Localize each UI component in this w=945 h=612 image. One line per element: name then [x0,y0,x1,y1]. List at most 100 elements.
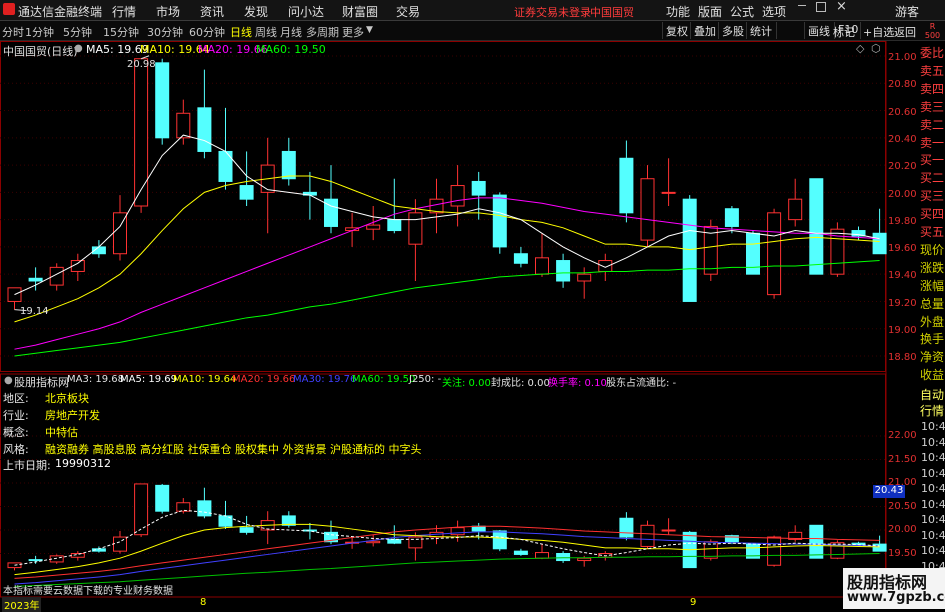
trade-time: 10:45 [921,451,945,464]
minimize-icon[interactable] [798,5,806,6]
tool-add-watchlist[interactable]: +自选 [863,24,894,40]
quote-field-label: 换手 [919,332,944,347]
indicator-toggle-icon[interactable]: ● [74,43,83,54]
more-dropdown-icon[interactable]: ▼ [366,25,373,35]
quote-field-label: 收益 [919,368,944,383]
menu-caifuquan[interactable]: 财富圈 [342,3,378,20]
menu-xuanxiang[interactable]: 选项 [762,3,786,20]
sub-indicator-name: 股朋指标网 [14,376,69,389]
period-30min[interactable]: 30分钟 [147,24,183,40]
region-value: 北京板块 [45,392,89,405]
trade-time: 10:45 [921,482,945,495]
menu-faxian[interactable]: 发现 [244,3,268,20]
menu-zixun[interactable]: 资讯 [200,3,224,20]
price-tick-label: 20.00 [888,188,917,200]
style-label: 风格: [3,443,29,456]
quote-field-label: 买四 [919,207,944,222]
period-weekly[interactable]: 周线 [255,24,277,40]
price-tick-label: 19.60 [888,243,917,255]
main-candle [492,194,507,248]
period-more[interactable]: 更多 [342,24,364,40]
quote-field-label: 买三 [919,189,944,204]
main-candle [809,178,824,275]
quote-field-label: 卖三 [919,99,944,114]
sub-candle [450,527,465,536]
sub-candle [661,529,676,532]
quote-field-label: 买一 [919,153,944,168]
period-5min[interactable]: 5分钟 [63,24,92,40]
main-candle [513,253,528,264]
current-stock-name: 中国国贸 [590,6,634,19]
sub-candle [176,502,191,512]
sub-tick-label: 20.00 [888,524,917,535]
tool-back[interactable]: 返回 [894,24,916,40]
tool-diejia[interactable]: 叠加 [690,22,719,39]
main-candle [28,277,43,282]
period-monthly[interactable]: 月线 [280,24,302,40]
right-header-n: 500 [924,31,941,40]
quote-field-label: 现价 [919,242,944,257]
sub-indicator-toggle-icon[interactable]: ● [4,375,13,386]
month-9-label: 9 [690,597,697,608]
sub-ma20: MA20: 19.66 [232,374,296,385]
sub-candle [767,536,782,566]
trade-time: 10:45 [921,466,945,480]
sub-tick-label: 20.50 [888,500,917,512]
menu-shichang[interactable]: 市场 [156,3,180,20]
sub-candle [535,552,549,559]
period-multi[interactable]: 多周期 [306,24,339,40]
ipo-value: 19990312 [55,457,111,470]
panel-tab[interactable]: 自动 [919,386,945,403]
trade-time: 10:45 [921,544,945,557]
menu-wenxiaoda[interactable]: 问小达 [288,3,324,20]
main-candle [682,198,697,302]
main-candle [556,260,571,282]
quote-field-label: 总量 [919,296,944,311]
price-tick-label: 20.80 [888,79,917,91]
menu-jiaoyi[interactable]: 交易 [396,3,420,20]
kline-chart[interactable] [0,41,920,599]
maximize-icon[interactable] [816,2,826,12]
concept-value: 中特估 [45,426,78,439]
main-candle [619,157,634,214]
quote-field-label: 净资 [919,350,944,365]
main-candle [155,62,170,139]
period-15min[interactable]: 15分钟 [103,24,139,40]
sub-candle [387,538,402,544]
tool-tongji[interactable]: 统计 [746,22,775,39]
sub-candle [872,543,887,552]
lock-icon[interactable]: ◇ [856,42,864,55]
menu-gongneng[interactable]: 功能 [666,3,690,20]
period-fenshi[interactable]: 分时 [2,24,24,40]
trade-time: 10:45 [921,528,945,542]
tool-fuquan[interactable]: 复权 [662,22,691,39]
sub-ma30: MA30: 19.76 [293,374,357,385]
period-daily[interactable]: 日线 [230,24,252,40]
sub-candle [239,527,254,533]
menu-gongshi[interactable]: 公式 [730,3,754,20]
sub-focus: 关注: 0.00 [442,378,491,389]
settings-icon[interactable]: ⬡ [871,42,881,55]
close-icon[interactable]: × [836,0,847,14]
sub-candle [809,524,824,559]
menu-banmian[interactable]: 版面 [698,3,722,20]
guest-label[interactable]: 游客 [895,3,919,20]
region-label: 地区: [3,392,29,405]
tool-biaoji[interactable]: 标记 [833,24,855,40]
tool-duogu[interactable]: 多股 [718,22,747,39]
login-notice[interactable]: 证券交易未登录 [514,4,591,20]
sub-candle [619,517,634,538]
tool-huaxian[interactable]: 画线 [804,22,833,39]
period-60min[interactable]: 60分钟 [189,24,225,40]
right-panel-header: R 500 [920,22,945,40]
sub-candle [70,553,85,558]
ma60-line [14,260,880,357]
year-label: 2023年 [2,597,42,612]
panel-tab[interactable]: 行情 [919,402,945,419]
sub-tick-label: 19.50 [888,547,917,559]
period-1min[interactable]: 1分钟 [25,24,54,40]
sub-candle [197,500,212,517]
quote-field-label: 涨幅 [919,278,944,293]
menu-hangqing[interactable]: 行情 [112,3,136,20]
low-price-mark: 19.14 [20,306,49,317]
